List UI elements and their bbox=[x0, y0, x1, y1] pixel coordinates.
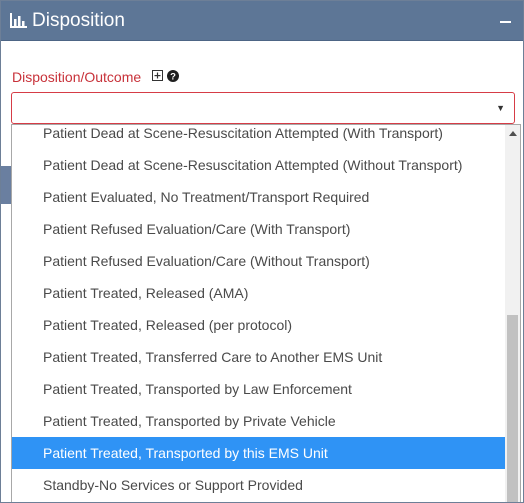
dropdown-scrollbar[interactable] bbox=[505, 125, 520, 502]
dropdown-option[interactable]: Standby-No Services or Support Provided bbox=[12, 469, 506, 501]
caret-down-icon: ▼ bbox=[496, 103, 505, 113]
plus-square-icon[interactable] bbox=[152, 70, 163, 81]
scrollbar-thumb[interactable] bbox=[507, 315, 518, 502]
scroll-up-arrow-icon[interactable] bbox=[505, 125, 520, 142]
dropdown-option[interactable]: Patient Refused Evaluation/Care (Without… bbox=[12, 245, 506, 277]
disposition-outcome-label: Disposition/Outcome bbox=[12, 69, 142, 85]
dropdown-option[interactable]: Patient Dead at Scene-Resuscitation Atte… bbox=[12, 125, 506, 149]
panel-header: Disposition bbox=[1, 1, 523, 41]
dropdown-option[interactable]: Patient Treated, Transported by this EMS… bbox=[12, 437, 506, 469]
question-circle-icon[interactable]: ? bbox=[167, 70, 179, 82]
dropdown-option[interactable]: Patient Treated, Released (AMA) bbox=[12, 277, 506, 309]
dropdown-option[interactable]: Patient Treated, Transported by Law Enfo… bbox=[12, 373, 506, 405]
disposition-options-dropdown[interactable]: Patient Dead at Scene-Resuscitation Atte… bbox=[11, 124, 521, 502]
disposition-outcome-select[interactable]: ▼ bbox=[11, 92, 515, 124]
dropdown-option[interactable]: Patient Treated, Released (per protocol) bbox=[12, 309, 506, 341]
options-list: Patient Dead at Scene-Resuscitation Atte… bbox=[12, 125, 506, 501]
dropdown-option[interactable]: Patient Treated, Transported by Private … bbox=[12, 405, 506, 437]
background-section-edge bbox=[1, 166, 11, 204]
dropdown-option[interactable]: Patient Dead at Scene-Resuscitation Atte… bbox=[12, 149, 506, 181]
collapse-button[interactable] bbox=[497, 7, 515, 33]
bar-chart-icon bbox=[10, 13, 27, 28]
dropdown-option[interactable]: Patient Evaluated, No Treatment/Transpor… bbox=[12, 181, 506, 213]
dropdown-option[interactable]: Patient Treated, Transferred Care to Ano… bbox=[12, 341, 506, 373]
dropdown-option[interactable]: Patient Refused Evaluation/Care (With Tr… bbox=[12, 213, 506, 245]
panel-title: Disposition bbox=[32, 10, 125, 31]
svg-text:?: ? bbox=[170, 72, 176, 82]
disposition-panel: Disposition Disposition/Outcome ? ▼ Pati… bbox=[0, 0, 524, 503]
